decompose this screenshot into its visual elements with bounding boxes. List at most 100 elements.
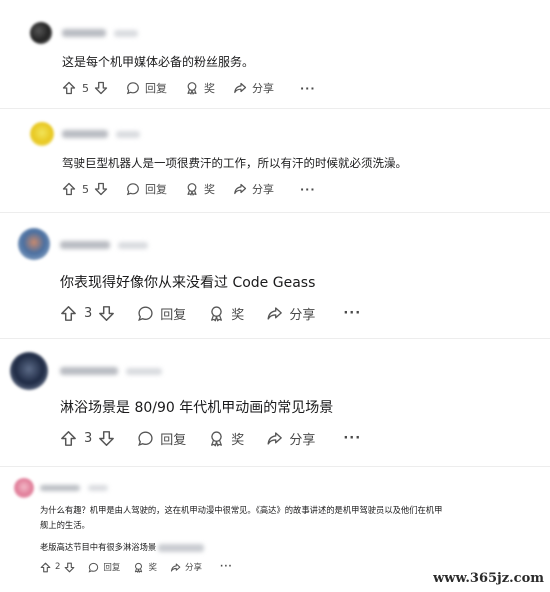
timestamp	[118, 241, 148, 249]
share-button[interactable]: 分享	[233, 80, 274, 96]
share-label: 分享	[289, 308, 316, 323]
comment-actions: 5 回复 奖 分享 ···	[62, 181, 316, 197]
share-button[interactable]: 分享	[170, 561, 202, 573]
downvote-icon[interactable]	[64, 562, 75, 573]
comment-text: 你表现得好像你从来没看过 Code Geass	[60, 275, 316, 291]
vote-count: 2	[55, 562, 61, 572]
reply-label: 回复	[145, 183, 167, 196]
award-button[interactable]: 奖	[208, 304, 244, 323]
reply-button[interactable]: 回复	[137, 304, 186, 323]
award-button[interactable]: 奖	[208, 429, 244, 448]
comment-text: 驾驶巨型机器人是一项很费汗的工作，所以有汗的时候就必须洗澡。	[62, 156, 407, 170]
share-icon	[233, 182, 247, 196]
comment-text: 这是每个机甲媒体必备的粉丝服务。	[62, 55, 255, 69]
comment-text-visible: 老版高达节目中有很多淋浴场景	[40, 542, 157, 552]
share-label: 分享	[184, 563, 202, 573]
avatar[interactable]	[30, 122, 54, 146]
award-label: 奖	[204, 183, 215, 196]
more-options-icon[interactable]: ···	[300, 183, 316, 196]
award-label: 奖	[204, 82, 215, 95]
timestamp	[114, 29, 138, 37]
upvote-icon[interactable]	[60, 430, 77, 447]
comment-bubble-icon	[88, 562, 99, 573]
comment-meta	[60, 241, 148, 249]
award-label: 奖	[148, 563, 157, 573]
comment-text: 淋浴场景是 80/90 年代机甲动画的常见场景	[60, 400, 334, 416]
comment-actions: 3 回复 奖 分享 ···	[60, 429, 361, 448]
comment-text-line-1: 为什么有趣？机甲是由人驾驶的，这在机甲动漫中很常见。《高达》的故事讲述的是机甲驾…	[40, 505, 443, 515]
share-label: 分享	[289, 433, 316, 448]
upvote-icon[interactable]	[62, 81, 76, 95]
vote-count: 3	[84, 306, 93, 321]
award-icon	[185, 81, 199, 95]
reply-button[interactable]: 回复	[137, 429, 186, 448]
downvote-icon[interactable]	[98, 305, 115, 322]
more-options-icon[interactable]: ···	[343, 306, 361, 321]
username[interactable]	[62, 29, 106, 37]
watermark: www.365jz.com	[433, 571, 544, 586]
share-icon	[170, 562, 181, 573]
avatar[interactable]	[10, 352, 48, 390]
downvote-icon[interactable]	[94, 81, 108, 95]
avatar[interactable]	[18, 228, 50, 260]
award-icon	[208, 430, 225, 447]
more-options-icon[interactable]: ···	[300, 82, 316, 95]
more-options-icon[interactable]: ···	[343, 431, 361, 446]
divider	[0, 212, 550, 213]
blurred-text	[158, 543, 205, 552]
share-button[interactable]: 分享	[266, 304, 315, 323]
username[interactable]	[40, 485, 80, 491]
comment-actions: 3 回复 奖 分享 ···	[60, 304, 361, 323]
comment-text-line-3: 老版高达节目中有很多淋浴场景	[40, 541, 205, 553]
award-button[interactable]: 奖	[133, 561, 157, 573]
downvote-icon[interactable]	[98, 430, 115, 447]
share-label: 分享	[252, 183, 274, 196]
share-icon	[233, 81, 247, 95]
award-button[interactable]: 奖	[185, 181, 215, 197]
divider	[0, 338, 550, 339]
timestamp	[88, 485, 108, 491]
timestamp	[126, 367, 162, 375]
award-icon	[185, 182, 199, 196]
share-button[interactable]: 分享	[266, 429, 315, 448]
share-button[interactable]: 分享	[233, 181, 274, 197]
comment-bubble-icon	[126, 81, 140, 95]
username[interactable]	[60, 367, 118, 375]
share-icon	[266, 430, 283, 447]
comment-meta	[62, 29, 138, 37]
share-icon	[266, 305, 283, 322]
upvote-icon[interactable]	[40, 562, 51, 573]
award-label: 奖	[231, 433, 245, 448]
reply-button[interactable]: 回复	[88, 561, 120, 573]
reply-button[interactable]: 回复	[126, 181, 167, 197]
reply-label: 回复	[145, 82, 167, 95]
award-icon	[133, 562, 144, 573]
divider	[0, 108, 550, 109]
comment-text-line-2: 舰上的生活。	[40, 520, 90, 530]
reply-button[interactable]: 回复	[126, 80, 167, 96]
divider	[0, 466, 550, 467]
more-options-icon[interactable]: ···	[220, 562, 233, 572]
vote-count: 3	[84, 431, 93, 446]
avatar[interactable]	[30, 22, 52, 44]
comment-actions: 5 回复 奖 分享 ···	[62, 80, 316, 96]
award-label: 奖	[231, 308, 245, 323]
comment-meta	[60, 367, 162, 375]
comment-bubble-icon	[137, 430, 154, 447]
username[interactable]	[62, 130, 108, 138]
comment-meta	[62, 130, 140, 138]
reply-label: 回复	[103, 563, 121, 573]
upvote-icon[interactable]	[60, 305, 77, 322]
reply-label: 回复	[160, 308, 187, 323]
comment-meta	[40, 485, 108, 491]
comment-bubble-icon	[137, 305, 154, 322]
award-icon	[208, 305, 225, 322]
username[interactable]	[60, 241, 110, 249]
avatar[interactable]	[14, 478, 34, 498]
reply-label: 回复	[160, 433, 187, 448]
downvote-icon[interactable]	[94, 182, 108, 196]
comment-bubble-icon	[126, 182, 140, 196]
upvote-icon[interactable]	[62, 182, 76, 196]
award-button[interactable]: 奖	[185, 80, 215, 96]
share-label: 分享	[252, 82, 274, 95]
